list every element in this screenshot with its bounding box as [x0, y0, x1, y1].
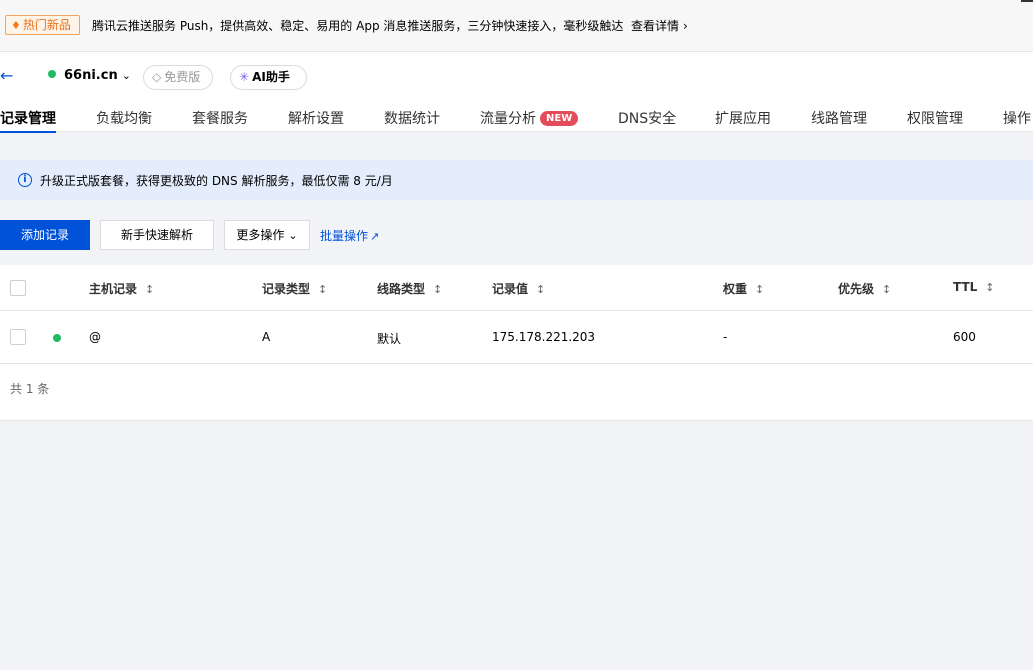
sort-icon: ↕ — [433, 283, 443, 296]
cell-line: 默认 — [377, 332, 402, 346]
column-priority[interactable]: 优先级 ↕ — [838, 280, 891, 297]
tab-line-management[interactable]: 线路管理 — [811, 108, 867, 132]
tab-resolve-settings[interactable]: 解析设置 — [288, 108, 344, 132]
info-icon: i — [18, 173, 32, 187]
tab-bar: 记录管理 负载均衡 套餐服务 解析设置 数据统计 流量分析 NEW DNS安全 扩… — [0, 108, 1033, 133]
tab-label: 扩展应用 — [715, 111, 771, 127]
record-status-dot — [53, 334, 61, 342]
row-checkbox[interactable] — [10, 329, 26, 345]
tab-label: 解析设置 — [288, 111, 344, 127]
sort-icon: ↕ — [536, 283, 546, 296]
banner-text: 腾讯云推送服务 Push，提供高效、稳定、易用的 App 消息推送服务，三分钟快… — [92, 19, 624, 33]
sort-icon: ↕ — [145, 283, 155, 296]
flame-icon: ♦ — [11, 19, 21, 32]
cell-weight: - — [723, 330, 728, 344]
sort-icon: ↕ — [882, 283, 892, 296]
tab-label: 数据统计 — [384, 111, 440, 127]
cell-type: A — [262, 330, 271, 344]
tab-load-balancing[interactable]: 负载均衡 — [96, 108, 152, 132]
tab-statistics[interactable]: 数据统计 — [384, 108, 440, 132]
tab-plan-service[interactable]: 套餐服务 — [192, 108, 248, 132]
free-plan-button[interactable]: ◇ 免费版 — [143, 65, 213, 90]
diamond-icon: ◇ — [152, 70, 162, 84]
tab-extensions[interactable]: 扩展应用 — [715, 108, 771, 132]
upgrade-info-bar: i 升级正式版套餐，获得更极致的 DNS 解析服务，最低仅需 8 元/月 — [0, 160, 1033, 200]
table-header: 主机记录 ↕ 记录类型 ↕ 线路类型 ↕ 记录值 ↕ 权重 ↕ 优先级 ↕ TTL ↕ — [0, 265, 1033, 311]
column-type[interactable]: 记录类型 ↕ — [262, 280, 327, 297]
corner-mark — [1021, 0, 1033, 2]
cell-value: 175.178.221.203 — [492, 330, 596, 344]
records-table: 主机记录 ↕ 记录类型 ↕ 线路类型 ↕ 记录值 ↕ 权重 ↕ 优先级 ↕ TTL ↕ @ A… — [0, 265, 1033, 421]
sort-icon: ↕ — [985, 281, 995, 294]
tab-label: 记录管理 — [0, 111, 56, 127]
cell-host: @ — [89, 330, 101, 344]
domain-name: 66ni.cn — [64, 68, 118, 83]
column-label: 记录值 — [492, 282, 529, 296]
new-badge: NEW — [540, 111, 579, 126]
column-label: 优先级 — [838, 282, 875, 296]
tab-label: 套餐服务 — [192, 111, 248, 127]
domain-header: ← 66ni.cn ⌄ ◇ 免费版 ✳ AI助手 记录管理 负载均衡 套餐服务 解析设… — [0, 52, 1033, 133]
more-actions-dropdown[interactable]: 更多操作 ⌄ — [224, 220, 310, 250]
view-details-link[interactable]: 查看详情 › — [631, 17, 688, 34]
column-label: 线路类型 — [377, 282, 426, 296]
ai-assistant-button[interactable]: ✳ AI助手 — [230, 65, 307, 90]
more-actions-label: 更多操作 — [236, 228, 285, 242]
quick-resolve-button[interactable]: 新手快速解析 — [100, 220, 214, 250]
back-arrow-icon[interactable]: ← — [0, 67, 13, 85]
tab-label: 线路管理 — [811, 111, 867, 127]
column-label: 记录类型 — [262, 282, 311, 296]
add-record-button[interactable]: 添加记录 — [0, 220, 90, 250]
tab-label: 流量分析 — [480, 111, 536, 127]
view-details-label: 查看详情 — [631, 19, 680, 33]
tab-record-management[interactable]: 记录管理 — [0, 108, 56, 133]
chevron-right-icon: › — [683, 19, 688, 33]
column-ttl[interactable]: TTL ↕ — [953, 280, 995, 294]
domain-status-dot — [48, 70, 56, 78]
column-label: 主机记录 — [89, 282, 138, 296]
hot-product-badge[interactable]: ♦ 热门新品 — [5, 15, 80, 35]
hot-product-label: 热门新品 — [22, 18, 71, 32]
column-line[interactable]: 线路类型 ↕ — [377, 280, 442, 297]
ai-assistant-label: AI助手 — [252, 70, 290, 84]
column-label: TTL — [953, 280, 978, 294]
tab-label: 权限管理 — [907, 111, 963, 127]
batch-actions-link[interactable]: 批量操作 ↗ — [320, 227, 379, 244]
column-label: 权重 — [723, 282, 748, 296]
upgrade-info-text: 升级正式版套餐，获得更极致的 DNS 解析服务，最低仅需 8 元/月 — [40, 174, 393, 188]
sort-icon: ↕ — [755, 283, 765, 296]
tab-traffic-analysis[interactable]: 流量分析 NEW — [480, 108, 579, 132]
tab-dns-security[interactable]: DNS安全 — [618, 108, 676, 132]
sort-icon: ↕ — [318, 283, 328, 296]
column-host[interactable]: 主机记录 ↕ — [89, 280, 154, 297]
tab-permissions[interactable]: 权限管理 — [907, 108, 963, 132]
record-count: 共 1 条 — [10, 382, 50, 396]
announcement-banner: ♦ 热门新品 腾讯云推送服务 Push，提供高效、稳定、易用的 App 消息推送服… — [0, 0, 1033, 52]
batch-actions-label: 批量操作 — [320, 229, 369, 243]
select-all-checkbox[interactable] — [10, 280, 26, 296]
chevron-down-icon: ⌄ — [288, 229, 298, 242]
domain-selector[interactable]: 66ni.cn ⌄ — [48, 68, 131, 83]
tab-label: 负载均衡 — [96, 111, 152, 127]
column-weight[interactable]: 权重 ↕ — [723, 280, 764, 297]
tab-operations[interactable]: 操作 — [1003, 108, 1031, 132]
column-value[interactable]: 记录值 ↕ — [492, 280, 545, 297]
cell-ttl: 600 — [953, 330, 976, 344]
chevron-down-icon: ⌄ — [121, 69, 131, 82]
free-plan-label: 免费版 — [164, 70, 201, 84]
ai-sparkle-icon: ✳ — [239, 70, 250, 84]
tab-label: DNS安全 — [618, 111, 677, 127]
table-row[interactable]: @ A 默认 175.178.221.203 - 600 — [0, 311, 1033, 364]
external-link-icon: ↗ — [370, 230, 380, 243]
tab-label: 操作 — [1003, 111, 1031, 127]
